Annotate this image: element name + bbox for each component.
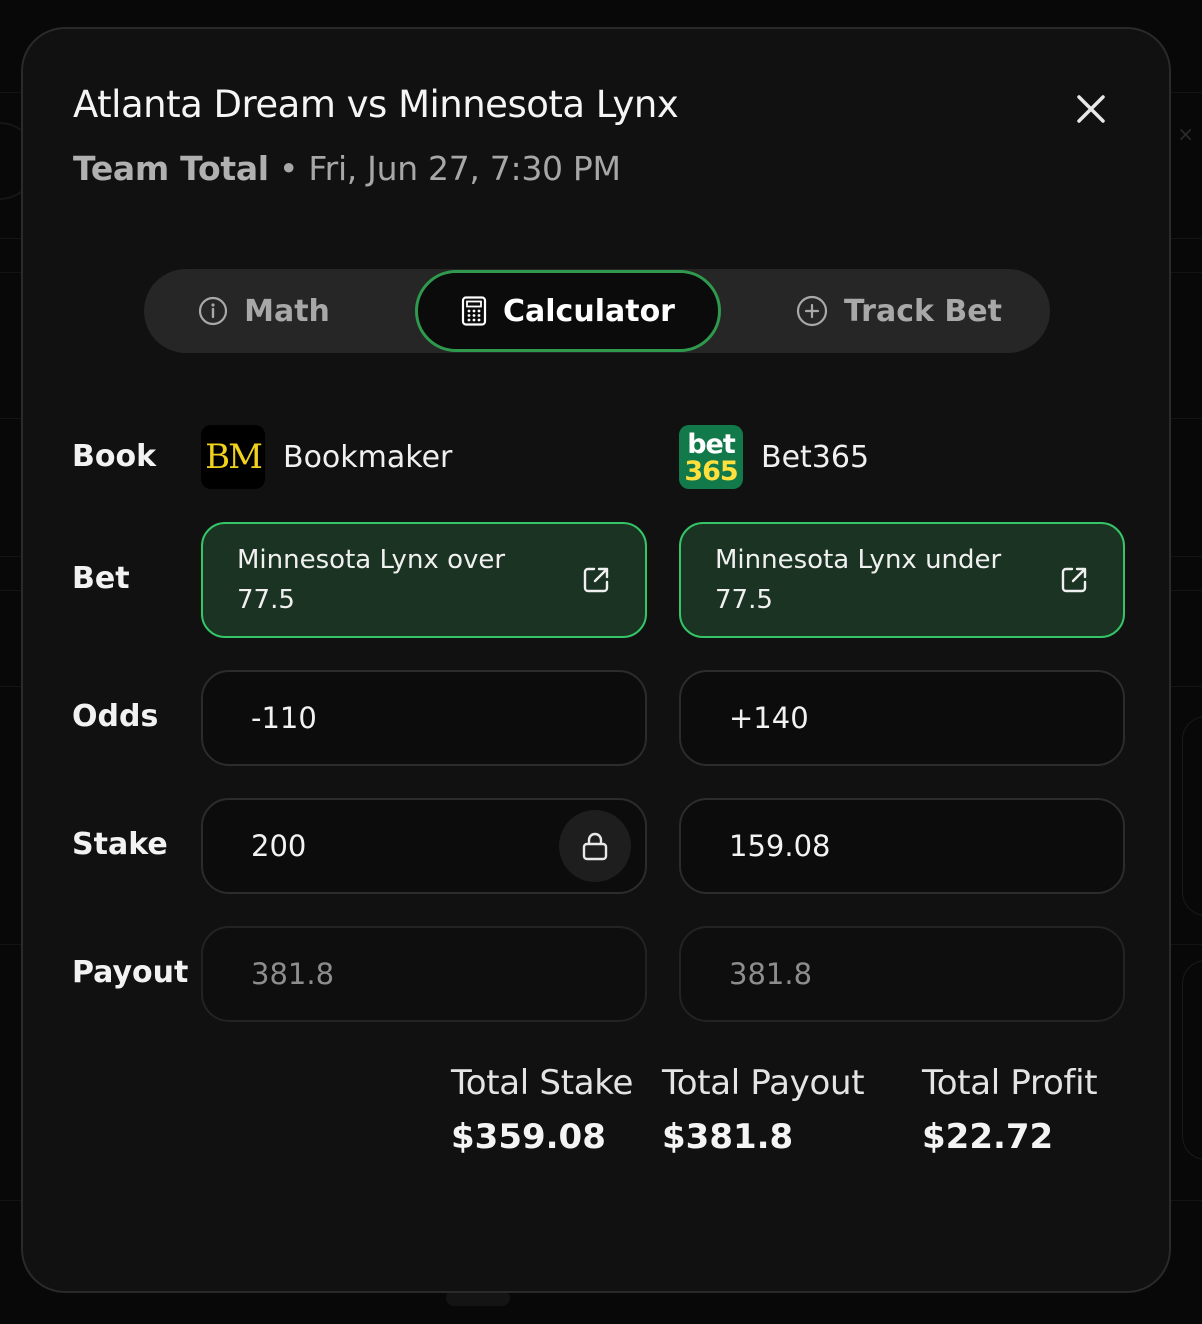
total-profit-value: $22.72: [922, 1117, 1054, 1157]
total-stake-label: Total Stake: [451, 1063, 634, 1103]
total-payout-value: $381.8: [662, 1117, 794, 1157]
lock-icon: [582, 832, 608, 861]
total-payout-label: Total Payout: [662, 1063, 865, 1103]
bet-link-under[interactable]: Minnesota Lynx under 77.5: [679, 522, 1125, 638]
payout-value: 381.8: [251, 957, 335, 991]
payout-row-label: Payout: [72, 955, 189, 990]
bet-description: Minnesota Lynx over 77.5: [237, 545, 506, 615]
book-bet365: bet 365 Bet365: [679, 425, 869, 489]
game-datetime: Fri, Jun 27, 7:30 PM: [308, 149, 621, 188]
tab-track-bet[interactable]: Track Bet: [784, 269, 1014, 353]
payout-field-over: 381.8: [201, 926, 647, 1022]
external-link-icon: [583, 567, 609, 593]
external-link-icon: [1061, 567, 1087, 593]
bet-description: Minnesota Lynx under 77.5: [715, 545, 1002, 615]
odds-input-over[interactable]: -110: [201, 670, 647, 766]
close-icon: [1077, 95, 1105, 123]
payout-value: 381.8: [729, 957, 813, 991]
calculator-icon: [461, 296, 487, 326]
total-profit-label: Total Profit: [922, 1063, 1098, 1103]
tab-calculator[interactable]: Calculator: [415, 270, 721, 352]
close-button[interactable]: [1073, 91, 1109, 127]
info-icon: [198, 296, 228, 326]
book-name: Bet365: [761, 439, 870, 475]
bet-link-over[interactable]: Minnesota Lynx over 77.5: [201, 522, 647, 638]
tab-calculator-label: Calculator: [503, 293, 675, 329]
odds-row-label: Odds: [72, 699, 159, 734]
stake-value: 159.08: [729, 829, 831, 863]
odds-input-under[interactable]: +140: [679, 670, 1125, 766]
stake-input-over[interactable]: 200: [201, 798, 647, 894]
modal-title: Atlanta Dream vs Minnesota Lynx: [73, 83, 679, 126]
stake-value: 200: [251, 829, 307, 863]
subtitle-separator: •: [279, 149, 299, 188]
modal-subtitle: Team Total • Fri, Jun 27, 7:30 PM: [73, 149, 621, 188]
book-row-label: Book: [72, 439, 157, 474]
bet-calculator-modal: Atlanta Dream vs Minnesota Lynx Team Tot…: [21, 27, 1171, 1293]
tab-track-bet-label: Track Bet: [844, 293, 1002, 329]
stake-row-label: Stake: [72, 827, 168, 862]
book-bookmaker: BM Bookmaker: [201, 425, 452, 489]
market-type: Team Total: [73, 149, 269, 188]
view-tabs: Math Calculator Track Bet: [144, 269, 1050, 353]
bookmaker-logo: BM: [201, 425, 265, 489]
odds-value: -110: [251, 701, 317, 735]
payout-field-under: 381.8: [679, 926, 1125, 1022]
book-name: Bookmaker: [283, 439, 453, 475]
odds-value: +140: [729, 701, 809, 735]
bet365-logo: bet 365: [679, 425, 743, 489]
tab-math[interactable]: Math: [174, 269, 354, 353]
bet-row-label: Bet: [72, 561, 130, 596]
tab-math-label: Math: [244, 293, 330, 329]
stake-lock-button[interactable]: [559, 810, 631, 882]
plus-circle-icon: [796, 295, 828, 327]
stake-input-under[interactable]: 159.08: [679, 798, 1125, 894]
total-stake-value: $359.08: [451, 1117, 606, 1157]
